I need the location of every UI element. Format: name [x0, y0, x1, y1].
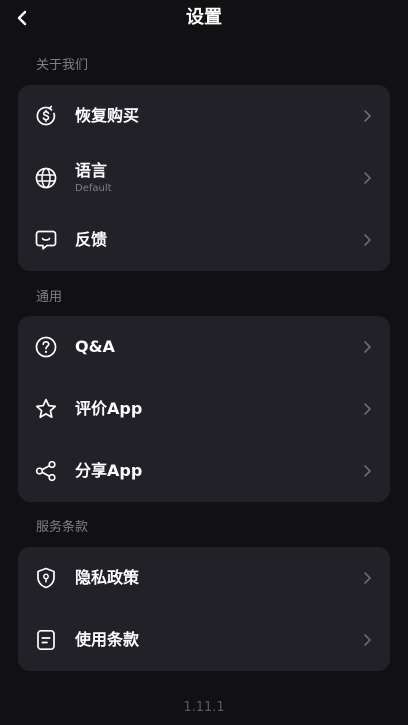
settings-item-rate-app[interactable]: 评价App	[18, 378, 390, 440]
settings-item-language[interactable]: 语言 Default	[18, 147, 390, 209]
app-version: 1.11.1	[183, 700, 225, 715]
chevron-right-icon	[364, 634, 371, 646]
settings-item-privacy-policy[interactable]: 隐私政策	[18, 547, 390, 609]
share-icon	[35, 460, 56, 482]
header-bar: 设置	[0, 0, 408, 36]
chevron-right-icon	[364, 465, 371, 477]
language-current-value: Default	[75, 183, 112, 194]
settings-item-restore-purchase[interactable]: 恢复购买	[18, 85, 390, 147]
settings-item-share-app[interactable]: 分享App	[18, 440, 390, 502]
card-terms: 隐私政策 使用条款	[18, 547, 390, 671]
page-title: 设置	[186, 7, 222, 28]
settings-item-label: 恢复购买	[75, 106, 140, 125]
settings-item-label: 分享App	[75, 461, 143, 480]
settings-item-feedback[interactable]: 反馈	[18, 209, 390, 271]
document-icon	[37, 629, 55, 651]
settings-item-label: 评价App	[75, 399, 143, 418]
section-label-terms: 服务条款	[36, 520, 89, 535]
settings-item-label: 语言	[75, 161, 108, 180]
star-icon	[35, 398, 57, 419]
shield-lock-icon	[37, 567, 55, 589]
settings-item-terms-of-use[interactable]: 使用条款	[18, 609, 390, 671]
chevron-right-icon	[364, 341, 371, 353]
settings-item-label: 反馈	[75, 230, 108, 249]
globe-icon	[35, 167, 57, 189]
question-circle-icon	[35, 336, 57, 358]
settings-item-label: 隐私政策	[75, 568, 140, 587]
chevron-right-icon	[364, 172, 371, 184]
chevron-right-icon	[364, 403, 371, 415]
chevron-right-icon	[364, 572, 371, 584]
section-label-general: 通用	[36, 290, 63, 305]
chevron-right-icon	[364, 234, 371, 246]
settings-item-label: Q&A	[75, 337, 115, 356]
card-general: Q&A 评价App 分享App	[18, 316, 390, 502]
settings-item-label: 使用条款	[75, 630, 140, 649]
restore-purchase-icon	[36, 105, 56, 126]
card-about: 恢复购买 语言 Default 反馈	[18, 85, 390, 271]
feedback-chat-icon	[35, 230, 57, 250]
section-label-about: 关于我们	[36, 58, 89, 73]
chevron-right-icon	[364, 110, 371, 122]
settings-item-qa[interactable]: Q&A	[18, 316, 390, 378]
